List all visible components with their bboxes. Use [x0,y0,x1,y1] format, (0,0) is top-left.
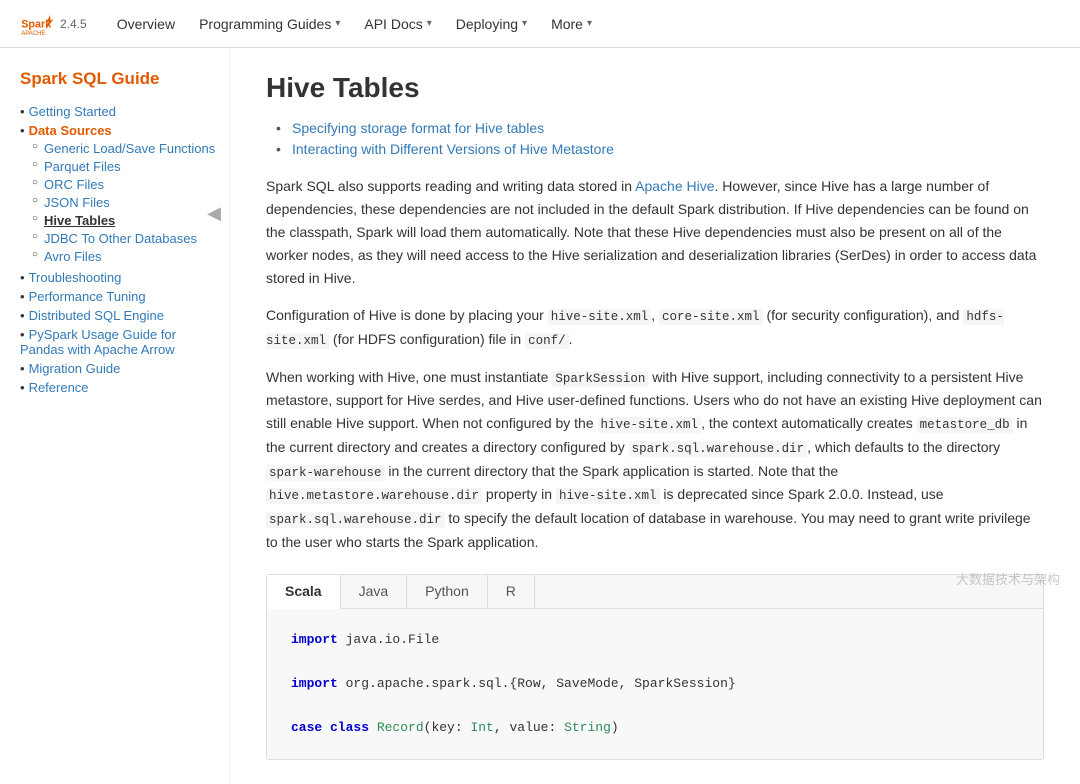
code-conf: conf/ [525,333,569,349]
sidebar-item-hive-tables[interactable]: Hive Tables [34,213,219,228]
dropdown-arrow: ▾ [427,18,432,29]
tab-java[interactable]: Java [341,575,408,608]
svg-text:APACHE: APACHE [21,30,45,36]
sidebar-item-parquet[interactable]: Parquet Files [34,159,219,174]
toc-item-storage-format[interactable]: Specifying storage format for Hive table… [276,120,1044,136]
sidebar-item-data-sources[interactable]: •Data Sources ◀ Generic Load/Save Functi… [20,123,219,264]
code-hive-site: hive-site.xml [548,309,652,325]
para-3: When working with Hive, one must instant… [266,366,1044,554]
nav-api-docs[interactable]: API Docs ▾ [354,12,441,36]
navbar: Spark APACHE 2.4.5 Overview Programming … [0,0,1080,48]
sidebar-item-migration[interactable]: •Migration Guide [20,361,219,376]
tab-python[interactable]: Python [407,575,488,608]
tab-r[interactable]: R [488,575,535,608]
sidebar-item-orc[interactable]: ORC Files [34,177,219,192]
spark-version: 2.4.5 [60,17,87,31]
sidebar-item-troubleshooting[interactable]: •Troubleshooting [20,270,219,285]
page-title: Hive Tables [266,72,1044,104]
code-warehouse-dir-2: spark.sql.warehouse.dir [266,512,445,528]
brand-logo[interactable]: Spark APACHE 2.4.5 [20,6,87,42]
code-spark-warehouse: spark-warehouse [266,465,385,481]
tab-scala[interactable]: Scala [267,575,341,609]
dropdown-arrow: ▾ [522,18,527,29]
nav-overview[interactable]: Overview [107,12,185,36]
sidebar-item-getting-started[interactable]: •Getting Started [20,104,219,119]
code-sparksession: SparkSession [552,371,648,387]
para-1: Spark SQL also supports reading and writ… [266,175,1044,290]
para-2: Configuration of Hive is done by placing… [266,304,1044,351]
sidebar-item-json[interactable]: JSON Files [34,195,219,210]
code-block: import java.io.File import org.apache.sp… [267,609,1043,759]
nav-more[interactable]: More ▾ [541,12,602,36]
toc-link-hive-metastore[interactable]: Interacting with Different Versions of H… [292,141,614,157]
code-hive-site-3: hive-site.xml [556,488,660,504]
sidebar-item-distributed-sql[interactable]: •Distributed SQL Engine [20,308,219,323]
code-metastore-db: metastore_db [917,417,1013,433]
sidebar-item-pyspark[interactable]: •PySpark Usage Guide for Pandas with Apa… [20,327,219,357]
main-content: Hive Tables Specifying storage format fo… [230,48,1080,784]
code-metastore-warehouse: hive.metastore.warehouse.dir [266,488,482,504]
sidebar-item-generic-load[interactable]: Generic Load/Save Functions [34,141,219,156]
apache-hive-link[interactable]: Apache Hive [635,178,714,194]
toc-item-hive-metastore[interactable]: Interacting with Different Versions of H… [276,141,1044,157]
sidebar-item-reference[interactable]: •Reference [20,380,219,395]
main-container: Spark SQL Guide •Getting Started •Data S… [0,48,1080,784]
nav-links: Overview Programming Guides ▾ API Docs ▾… [107,12,602,36]
sidebar-title: Spark SQL Guide [20,68,219,90]
code-warehouse-dir: spark.sql.warehouse.dir [629,441,808,457]
toc-list: Specifying storage format for Hive table… [266,120,1044,157]
sidebar: Spark SQL Guide •Getting Started •Data S… [0,48,230,784]
toc-link-storage-format[interactable]: Specifying storage format for Hive table… [292,120,544,136]
sidebar-item-jdbc[interactable]: JDBC To Other Databases [34,231,219,246]
nav-programming-guides[interactable]: Programming Guides ▾ [189,12,350,36]
code-hive-site-2: hive-site.xml [598,417,702,433]
dropdown-arrow: ▾ [587,18,592,29]
dropdown-arrow: ▾ [335,18,340,29]
sidebar-item-avro[interactable]: Avro Files [34,249,219,264]
sidebar-item-performance-tuning[interactable]: •Performance Tuning [20,289,219,304]
code-core-site: core-site.xml [659,309,763,325]
data-sources-subnav: Generic Load/Save Functions Parquet File… [20,141,219,264]
tab-bar: Scala Java Python R [267,575,1043,609]
sidebar-nav: •Getting Started •Data Sources ◀ Generic… [20,104,219,395]
code-tabs: Scala Java Python R import java.io.File … [266,574,1044,760]
nav-deploying[interactable]: Deploying ▾ [446,12,537,36]
code-content: import java.io.File import org.apache.sp… [291,629,1019,739]
